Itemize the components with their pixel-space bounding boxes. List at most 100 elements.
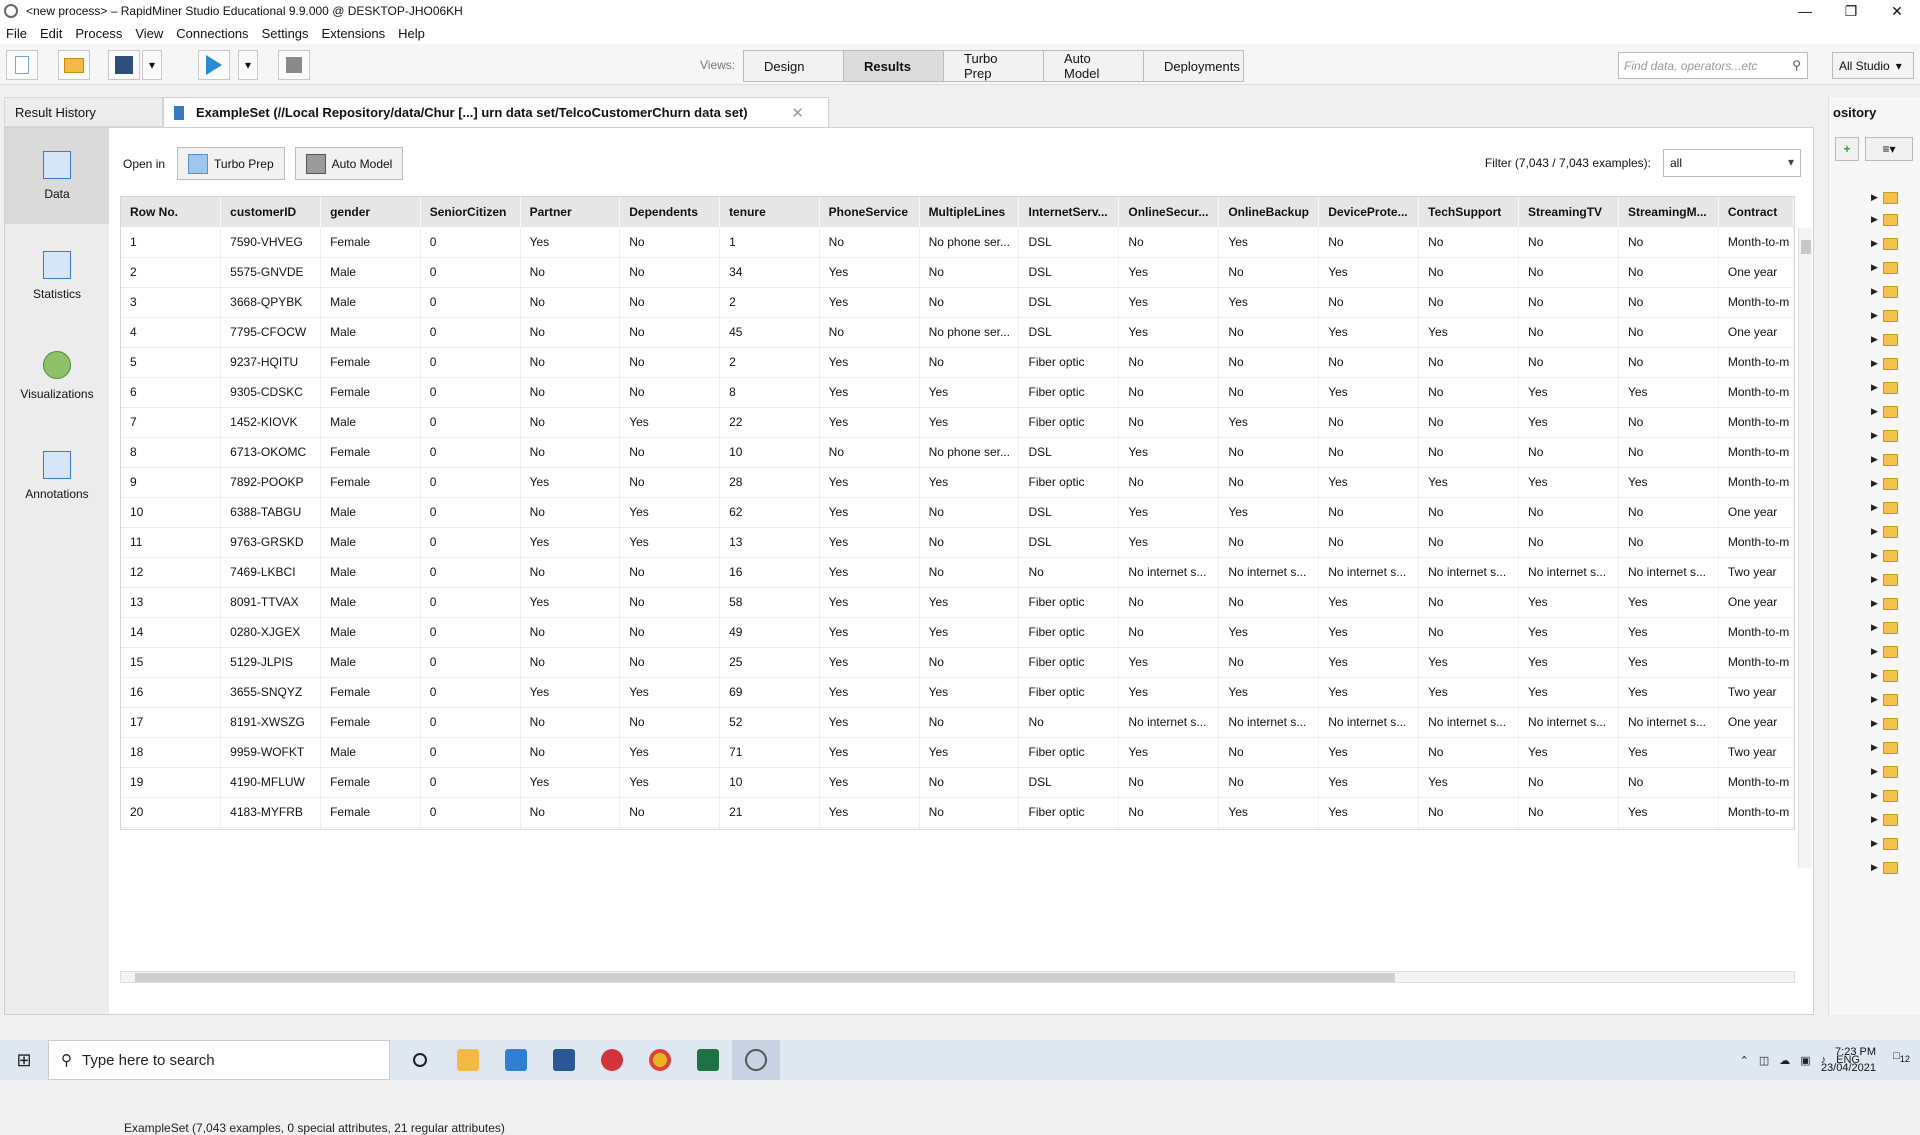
table-cell[interactable]: Yes xyxy=(819,617,920,648)
table-cell[interactable]: Yes xyxy=(1418,677,1520,708)
table-row[interactable]: 2 5575-GNVDE Male 0 No No 34 Yes No DSL Yes No Yes No… xyxy=(121,257,1794,288)
table-cell[interactable]: 8091-TTVAX xyxy=(220,587,322,618)
table-cell[interactable]: 1 xyxy=(121,227,222,258)
table-cell[interactable]: 13 xyxy=(719,527,820,558)
table-cell[interactable]: No xyxy=(1318,227,1420,258)
column-header[interactable]: PhoneService xyxy=(819,197,920,227)
table-row[interactable]: 14 0280-XJGEX Male 0 No No 49 Yes Yes Fiber optic… xyxy=(121,617,1794,648)
table-cell[interactable]: 7892-POOKP xyxy=(220,467,322,498)
column-header[interactable]: Dependents xyxy=(619,197,721,227)
table-cell[interactable]: 16 xyxy=(719,557,820,588)
table-cell[interactable]: No xyxy=(1618,257,1719,288)
nav-data[interactable]: Data xyxy=(5,128,109,224)
run-icon[interactable] xyxy=(198,50,230,80)
table-cell[interactable]: No xyxy=(1518,257,1619,288)
expand-arrow-icon[interactable]: ▶ xyxy=(1871,622,1878,633)
table-cell[interactable]: 0 xyxy=(420,257,521,288)
table-cell[interactable]: 0 xyxy=(420,797,521,828)
nav-visualizations[interactable]: Visualizations xyxy=(5,328,109,424)
table-cell[interactable]: 0 xyxy=(420,707,521,738)
view-tab-turbo-prep[interactable]: Turbo Prep xyxy=(944,51,1044,81)
table-cell[interactable]: DSL xyxy=(1018,767,1120,798)
table-cell[interactable]: No xyxy=(1518,227,1619,258)
table-cell[interactable]: No xyxy=(520,647,621,678)
table-cell[interactable]: No xyxy=(520,797,621,828)
column-header[interactable]: Partner xyxy=(520,197,621,227)
table-cell[interactable]: Month-to-m xyxy=(1718,617,1794,648)
expand-arrow-icon[interactable]: ▶ xyxy=(1871,814,1878,825)
table-cell[interactable]: 4183-MYFRB xyxy=(220,797,322,828)
expand-arrow-icon[interactable]: ▶ xyxy=(1871,310,1878,321)
table-cell[interactable]: Yes xyxy=(819,347,920,378)
column-header[interactable]: DeviceProte... xyxy=(1318,197,1420,227)
table-cell[interactable]: 14 xyxy=(121,617,222,648)
table-row[interactable]: 15 5129-JLPIS Male 0 No No 25 Yes No Fiber optic Y… xyxy=(121,647,1794,678)
table-cell[interactable]: No xyxy=(1318,407,1420,438)
table-cell[interactable]: No xyxy=(1618,407,1719,438)
folder-icon[interactable] xyxy=(1883,382,1898,394)
table-cell[interactable]: No xyxy=(919,257,1020,288)
expand-arrow-icon[interactable]: ▶ xyxy=(1871,382,1878,393)
table-cell[interactable]: No phone ser... xyxy=(919,827,1020,829)
column-header[interactable]: StreamingM... xyxy=(1618,197,1719,227)
scroll-thumb[interactable] xyxy=(1801,240,1811,254)
table-cell[interactable]: Yes xyxy=(520,527,621,558)
expand-arrow-icon[interactable]: ▶ xyxy=(1871,646,1878,657)
table-cell[interactable]: No xyxy=(819,437,920,468)
table-cell[interactable]: No phone ser... xyxy=(919,317,1020,348)
expand-arrow-icon[interactable]: ▶ xyxy=(1871,214,1878,225)
table-cell[interactable]: Yes xyxy=(819,647,920,678)
table-cell[interactable]: Yes xyxy=(1518,587,1619,618)
view-tab-design[interactable]: Design xyxy=(744,51,844,81)
table-cell[interactable]: Month-to-m xyxy=(1718,227,1794,258)
view-tab-auto-model[interactable]: Auto Model xyxy=(1044,51,1144,81)
table-cell[interactable]: Fiber optic xyxy=(1018,677,1120,708)
table-cell[interactable]: No xyxy=(1118,227,1220,258)
table-cell[interactable]: Yes xyxy=(1318,737,1420,768)
auto-model-button[interactable]: Auto Model xyxy=(294,147,404,180)
table-cell[interactable]: 0280-XJGEX xyxy=(220,617,322,648)
table-cell[interactable]: Male xyxy=(320,827,421,829)
table-cell[interactable]: 9 xyxy=(121,467,222,498)
table-cell[interactable]: No internet s... xyxy=(1318,707,1420,738)
table-cell[interactable]: No xyxy=(919,707,1020,738)
table-cell[interactable]: DSL xyxy=(1018,437,1120,468)
table-cell[interactable]: 7 xyxy=(121,407,222,438)
table-cell[interactable]: Yes xyxy=(919,617,1020,648)
expand-arrow-icon[interactable]: ▶ xyxy=(1871,766,1878,777)
table-cell[interactable]: Yes xyxy=(1118,497,1220,528)
table-row[interactable]: 3 3668-QPYBK Male 0 No No 2 Yes No DSL Yes Yes No No N… xyxy=(121,287,1794,318)
horizontal-scrollbar[interactable] xyxy=(120,971,1795,983)
table-cell[interactable]: 0 xyxy=(420,407,521,438)
table-cell[interactable]: No xyxy=(1518,347,1619,378)
table-cell[interactable]: No xyxy=(1418,227,1520,258)
table-cell[interactable]: No xyxy=(1218,467,1320,498)
table-cell[interactable]: 9763-GRSKD xyxy=(220,527,322,558)
chrome-icon[interactable] xyxy=(636,1040,684,1080)
table-cell[interactable]: 8191-XWSZG xyxy=(220,707,322,738)
table-cell[interactable]: 2 xyxy=(719,347,820,378)
table-cell[interactable]: No xyxy=(919,527,1020,558)
table-cell[interactable]: No xyxy=(1518,797,1619,828)
table-cell[interactable]: Yes xyxy=(1318,827,1420,829)
table-cell[interactable]: No internet s... xyxy=(1118,557,1220,588)
table-cell[interactable]: 0 xyxy=(420,767,521,798)
table-cell[interactable]: 28 xyxy=(719,467,820,498)
file-explorer-icon[interactable] xyxy=(444,1040,492,1080)
menu-edit[interactable]: Edit xyxy=(40,26,62,41)
table-cell[interactable]: 20 xyxy=(121,797,222,828)
table-cell[interactable]: Yes xyxy=(1618,467,1719,498)
search-input[interactable]: Find data, operators...etc ⚲ xyxy=(1618,52,1808,79)
table-cell[interactable]: Yes xyxy=(1518,737,1619,768)
table-cell[interactable]: Yes xyxy=(819,767,920,798)
table-cell[interactable]: Two year xyxy=(1718,677,1794,708)
folder-icon[interactable] xyxy=(1883,214,1898,226)
table-cell[interactable]: DSL xyxy=(1018,317,1120,348)
folder-icon[interactable] xyxy=(1883,454,1898,466)
table-cell[interactable]: Male xyxy=(320,287,421,318)
table-cell[interactable]: Yes xyxy=(1118,257,1220,288)
table-cell[interactable]: Yes xyxy=(919,407,1020,438)
expand-arrow-icon[interactable]: ▶ xyxy=(1871,574,1878,585)
table-cell[interactable]: No xyxy=(819,227,920,258)
table-cell[interactable]: No xyxy=(1218,767,1320,798)
